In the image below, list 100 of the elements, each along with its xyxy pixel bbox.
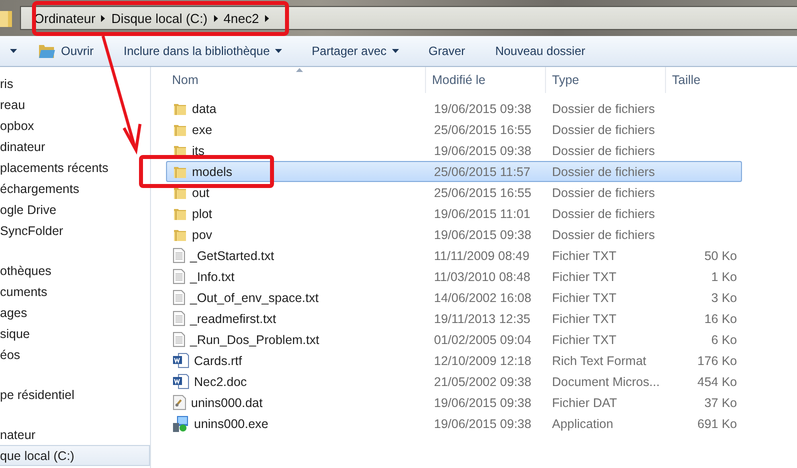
toolbar-button[interactable]: Partager avec xyxy=(302,39,408,63)
file-row[interactable]: _readmefirst.txt 19/11/2013 12:35 Fichier TXT 16 Ko xyxy=(166,308,742,329)
file-name: out xyxy=(192,186,210,200)
file-row[interactable]: _Run_Dos_Problem.txt 01/02/2005 09:04 Fichier TXT 6 Ko xyxy=(166,329,742,350)
document-icon xyxy=(173,374,189,389)
date-cell-text: 25/06/2015 16:55 xyxy=(433,186,532,200)
breadcrumb[interactable]: Disque local (C:) xyxy=(111,10,208,26)
date-cell-text: 01/02/2005 09:04 xyxy=(433,332,532,346)
sidebar-item[interactable]: dinateur xyxy=(0,136,150,157)
folder-icon xyxy=(0,9,12,27)
type-cell-text: Fichier DAT xyxy=(551,396,618,410)
file-name: unins000.exe xyxy=(194,416,268,430)
date-cell-text: 11/03/2010 08:48 xyxy=(433,270,532,284)
sidebar-item[interactable]: ogle Drive xyxy=(0,199,150,220)
sidebar-item[interactable]: opbox xyxy=(0,115,150,136)
sidebar-item[interactable]: que local (C:) xyxy=(0,445,150,466)
sidebar-item[interactable]: éos xyxy=(0,344,150,365)
date-cell-text: 19/06/2015 09:38 xyxy=(433,144,532,158)
toolbar-button[interactable]: Ouvrir xyxy=(29,39,103,63)
text-file-icon xyxy=(173,248,185,263)
sidebar-item[interactable]: échargements xyxy=(0,178,150,199)
folder-icon xyxy=(173,102,187,116)
date-cell-text: 12/10/2009 12:18 xyxy=(433,354,532,368)
file-row[interactable]: _Out_of_env_space.txt 14/06/2002 16:08 Fichier TXT 3 Ko xyxy=(166,287,742,308)
file-name: _Out_of_env_space.txt xyxy=(190,290,319,304)
file-row[interactable]: exe 25/06/2015 16:55 Dossier de fichiers xyxy=(166,119,742,140)
size-cell-text: 454 Ko xyxy=(696,374,738,388)
file-row[interactable]: unins000.exe 19/06/2015 09:38 Application 691 Ko xyxy=(166,413,742,434)
file-row[interactable]: pov 19/06/2015 09:38 Dossier de fichiers xyxy=(166,224,742,245)
chevron-right-icon xyxy=(264,14,269,22)
date-cell-text: 19/06/2015 11:01 xyxy=(433,206,532,220)
file-row[interactable]: its 19/06/2015 09:38 Dossier de fichiers xyxy=(166,140,742,161)
file-row[interactable]: plot 19/06/2015 11:01 Dossier de fichiers xyxy=(166,203,742,224)
file-row[interactable]: models 25/06/2015 11:57 Dossier de fichiers xyxy=(166,161,742,182)
size-cell-text: 1 Ko xyxy=(710,270,738,284)
document-icon xyxy=(173,353,189,368)
type-cell-text: Document Micros... xyxy=(551,374,661,388)
type-cell-text: Dossier de fichiers xyxy=(551,122,656,136)
text-file-icon xyxy=(173,269,185,284)
file-row[interactable]: Cards.rtf 12/10/2009 12:18 Rich Text Format 176 Ko xyxy=(166,350,742,371)
date-cell-text: 19/06/2015 09:38 xyxy=(433,102,532,116)
size-cell-text: 50 Ko xyxy=(703,248,738,262)
sidebar-item[interactable]: othèques xyxy=(0,260,150,281)
sidebar-item[interactable]: cuments xyxy=(0,281,150,302)
chevron-right-icon xyxy=(214,14,218,22)
column-header[interactable]: Modifié le xyxy=(425,67,545,93)
chevron-right-icon xyxy=(101,14,106,22)
size-cell-text: 3 Ko xyxy=(710,290,738,304)
file-row[interactable]: _Info.txt 11/03/2010 08:48 Fichier TXT 1 Ko xyxy=(166,266,742,287)
caret-icon xyxy=(392,49,398,53)
installer-icon xyxy=(173,416,189,432)
sidebar-item[interactable]: pe résidentiel xyxy=(0,384,150,405)
date-cell-text: 19/06/2015 09:38 xyxy=(433,228,532,242)
file-name: _GetStarted.txt xyxy=(190,248,274,262)
column-header[interactable]: Type xyxy=(545,67,665,93)
caret-icon xyxy=(10,49,17,53)
file-name: exe xyxy=(192,122,212,136)
toolbar-button[interactable]: Graver xyxy=(420,39,474,63)
toolbar-button[interactable]: Nouveau dossier xyxy=(486,39,594,63)
folder-icon xyxy=(173,228,187,242)
folder-icon xyxy=(173,206,187,220)
sidebar-item[interactable]: sique xyxy=(0,323,150,344)
file-name: Cards.rtf xyxy=(194,354,242,368)
breadcrumb[interactable]: 4nec2 xyxy=(224,10,259,26)
sidebar-item[interactable]: reau xyxy=(0,94,150,115)
date-cell-text: 19/11/2013 12:35 xyxy=(433,312,532,326)
text-file-icon xyxy=(173,332,185,347)
file-row[interactable]: Nec2.doc 21/05/2002 09:38 Document Micros... 454 Ko xyxy=(166,371,742,392)
date-cell-text: 14/06/2002 16:08 xyxy=(433,290,532,304)
address-bar[interactable]: Ordinateur Disque local (C:) 4nec2 xyxy=(20,6,797,30)
text-file-icon xyxy=(173,290,185,305)
type-cell-text: Fichier TXT xyxy=(551,290,618,304)
type-cell-text: Dossier de fichiers xyxy=(551,144,656,158)
sidebar-item[interactable]: nateur xyxy=(0,424,150,445)
caret-icon xyxy=(274,49,282,53)
file-name: pov xyxy=(192,228,212,242)
folder-icon xyxy=(173,164,187,178)
column-header[interactable]: Nom xyxy=(166,67,425,93)
sidebar-item[interactable]: ages xyxy=(0,302,150,323)
date-cell-text: 25/06/2015 16:55 xyxy=(433,122,532,136)
file-row[interactable]: unins000.dat 19/06/2015 09:38 Fichier DAT 37 Ko xyxy=(166,392,742,413)
file-row[interactable]: data 19/06/2015 09:38 Dossier de fichiers xyxy=(166,98,742,119)
column-header[interactable]: Taille xyxy=(665,67,745,93)
file-name: _readmefirst.txt xyxy=(190,312,276,326)
size-cell-text: 37 Ko xyxy=(703,396,738,410)
date-cell-text: 25/06/2015 11:57 xyxy=(433,164,532,178)
date-cell-text: 21/05/2002 09:38 xyxy=(433,374,532,388)
type-cell-text: Rich Text Format xyxy=(551,354,648,368)
sidebar-item[interactable]: placements récents xyxy=(0,157,150,178)
sidebar-item[interactable]: ris xyxy=(0,73,150,94)
settings-file-icon xyxy=(173,395,186,410)
folder-icon xyxy=(173,144,187,158)
file-row[interactable]: _GetStarted.txt 11/11/2009 08:49 Fichier TXT 50 Ko xyxy=(166,245,742,266)
type-cell-text: Dossier de fichiers xyxy=(551,102,656,116)
file-name: Nec2.doc xyxy=(194,374,247,388)
type-cell-text: Dossier de fichiers xyxy=(551,228,656,242)
sidebar-item[interactable]: SyncFolder xyxy=(0,220,150,241)
breadcrumb[interactable]: Ordinateur xyxy=(34,10,96,26)
toolbar-button[interactable]: Inclure dans la bibliothèque xyxy=(114,39,291,63)
file-row[interactable]: out 25/06/2015 16:55 Dossier de fichiers xyxy=(166,182,742,203)
